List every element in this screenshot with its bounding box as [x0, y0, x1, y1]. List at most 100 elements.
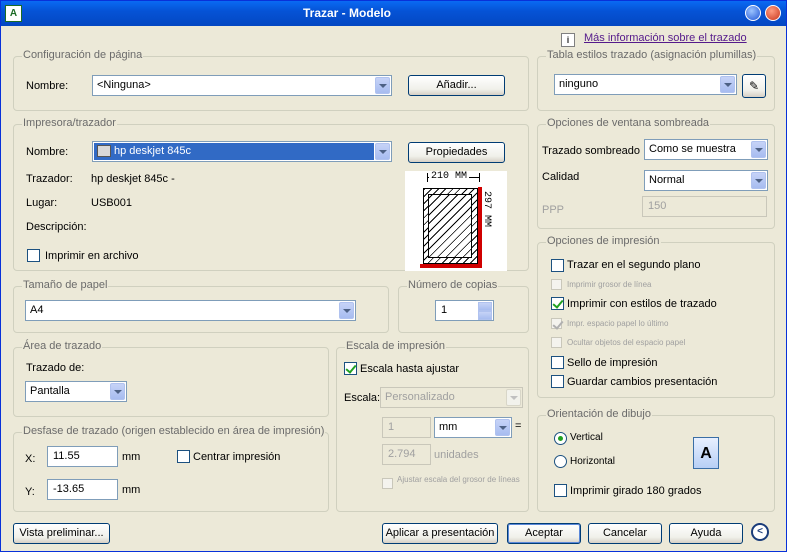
- offset-y-unit: mm: [122, 484, 141, 496]
- title-bar: A Trazar - Modelo: [1, 1, 786, 26]
- page-setup-name-label: Nombre:: [26, 80, 69, 92]
- portrait-radio[interactable]: [554, 432, 567, 445]
- units-label: unidades: [434, 449, 479, 461]
- paper-sheet: [423, 188, 478, 264]
- scale-value1-field: 1: [382, 417, 431, 438]
- offset-y-label: Y:: [25, 486, 35, 498]
- scale-select: Personalizado: [380, 387, 523, 408]
- hide-paperspace-objects-checkbox: [551, 337, 562, 348]
- plot-stamp-checkbox[interactable]: [551, 356, 564, 369]
- where-label: Lugar:: [26, 197, 58, 209]
- plot-dialog: A Trazar - Modelo i Más información sobr…: [0, 0, 787, 552]
- quality-select[interactable]: Normal: [644, 170, 768, 191]
- print-to-file-label: Imprimir en archivo: [45, 250, 139, 262]
- save-changes-layout-label: Guardar cambios presentación: [567, 376, 718, 388]
- window-title: Trazar - Modelo: [302, 6, 391, 20]
- plot-paperspace-last-checkbox: [551, 318, 562, 329]
- scale-lineweights-label: Ajustar escala del grosor de líneas: [397, 475, 520, 484]
- plot-area-what-label: Trazado de:: [26, 362, 85, 374]
- more-info-link[interactable]: Más información sobre el trazado: [584, 32, 747, 44]
- plot-lineweights-checkbox: [551, 279, 562, 290]
- save-changes-layout-checkbox[interactable]: [551, 375, 564, 388]
- printer-properties-button[interactable]: Propiedades: [408, 142, 505, 163]
- printer-icon: [97, 145, 111, 157]
- fit-to-paper-checkbox[interactable]: [344, 362, 357, 375]
- collapse-arrow-icon[interactable]: <: [751, 523, 769, 541]
- plot-lineweights-label: Imprimir grosor de línea: [567, 280, 652, 289]
- add-page-setup-button[interactable]: Añadir...: [408, 75, 505, 96]
- offset-x-field[interactable]: 11.55: [47, 446, 118, 467]
- orientation-legend: Orientación de dibujo: [546, 408, 652, 420]
- plot-style-table-select[interactable]: ninguno: [554, 74, 737, 95]
- paper-size-legend: Tamaño de papel: [22, 279, 109, 291]
- chevron-down-icon: [751, 172, 766, 189]
- plot-style-table-legend: Tabla estilos trazado (asignación plumil…: [546, 49, 758, 61]
- upside-down-label: Imprimir girado 180 grados: [570, 485, 702, 497]
- preview-width-label: 210 MM: [429, 171, 470, 182]
- plot-offset-group: Desfase de trazado (origen establecido e…: [13, 425, 329, 512]
- plot-paperspace-last-label: Impr. espacio papel lo último: [567, 319, 669, 328]
- cancel-button[interactable]: Cancelar: [588, 523, 662, 544]
- landscape-radio[interactable]: [554, 455, 567, 468]
- plot-offset-legend: Desfase de trazado (origen establecido e…: [22, 425, 326, 437]
- chevron-down-icon: [720, 76, 735, 93]
- plotter-value: hp deskjet 845c -: [91, 173, 175, 185]
- center-plot-checkbox[interactable]: [177, 450, 190, 463]
- landscape-label: Horizontal: [570, 456, 616, 467]
- offset-x-label: X:: [25, 453, 36, 465]
- equals-sign: =: [515, 420, 522, 432]
- chevron-down-icon: [375, 77, 390, 94]
- scale-label: Escala:: [344, 392, 381, 404]
- printer-name-select[interactable]: hp deskjet 845c: [92, 141, 392, 162]
- scale-unit-select[interactable]: mm: [434, 417, 512, 438]
- edit-plot-style-button[interactable]: ✎: [742, 74, 766, 98]
- scale-lineweights-checkbox: [382, 478, 393, 489]
- center-plot-label: Centrar impresión: [193, 451, 281, 463]
- quality-label: Calidad: [542, 171, 580, 183]
- page-setup-name-select[interactable]: <Ninguna>: [92, 75, 392, 96]
- help-title-button[interactable]: [745, 5, 761, 21]
- chevron-down-icon: [375, 143, 390, 160]
- shade-plot-label: Trazado sombreado: [542, 145, 641, 157]
- info-icon: i: [561, 33, 575, 47]
- upside-down-checkbox[interactable]: [554, 484, 567, 497]
- paper-size-select[interactable]: A4: [25, 300, 356, 321]
- close-title-button[interactable]: [765, 5, 781, 21]
- plot-area-legend: Área de trazado: [22, 340, 103, 352]
- chevron-down-icon[interactable]: [478, 311, 492, 320]
- fit-to-paper-label: Escala hasta ajustar: [360, 363, 460, 375]
- where-value: USB001: [91, 197, 132, 209]
- apply-to-layout-button[interactable]: Aplicar a presentación: [382, 523, 498, 544]
- page-setup-legend: Configuración de página: [22, 49, 144, 61]
- plot-scale-legend: Escala de impresión: [345, 340, 447, 352]
- ok-button[interactable]: Aceptar: [507, 523, 581, 544]
- preview-button[interactable]: Vista preliminar...: [13, 523, 110, 544]
- chevron-down-icon: [339, 302, 354, 319]
- background-plot-checkbox[interactable]: [551, 259, 564, 272]
- orientation-preview-icon: A: [693, 437, 719, 469]
- print-to-file-checkbox[interactable]: [27, 249, 40, 262]
- offset-y-field[interactable]: -13.65: [47, 479, 118, 500]
- printer-name-label: Nombre:: [26, 146, 69, 158]
- portrait-label: Vertical: [570, 432, 603, 443]
- shade-plot-select[interactable]: Como se muestra: [644, 139, 768, 160]
- description-label: Descripción:: [26, 221, 87, 233]
- shaded-viewport-legend: Opciones de ventana sombreada: [546, 117, 711, 129]
- plotter-label: Trazador:: [26, 173, 73, 185]
- chevron-down-icon: [751, 141, 766, 158]
- printer-legend: Impresora/trazador: [22, 117, 117, 129]
- chevron-down-icon: [506, 389, 521, 406]
- plot-stamp-label: Sello de impresión: [567, 357, 658, 369]
- chevron-up-icon[interactable]: [478, 302, 492, 311]
- dpi-label: PPP: [542, 204, 565, 216]
- plot-with-styles-checkbox[interactable]: [551, 297, 564, 310]
- plot-options-legend: Opciones de impresión: [546, 235, 661, 247]
- offset-x-unit: mm: [122, 451, 141, 463]
- copies-legend: Número de copias: [407, 279, 499, 291]
- plot-area-select[interactable]: Pantalla: [25, 381, 127, 402]
- plot-with-styles-label: Imprimir con estilos de trazado: [567, 298, 717, 310]
- edit-pen-icon: ✎: [748, 79, 760, 93]
- copies-stepper[interactable]: 1: [435, 300, 494, 321]
- help-button[interactable]: Ayuda: [669, 523, 743, 544]
- hide-paperspace-objects-label: Ocultar objetos del espacio papel: [567, 338, 686, 347]
